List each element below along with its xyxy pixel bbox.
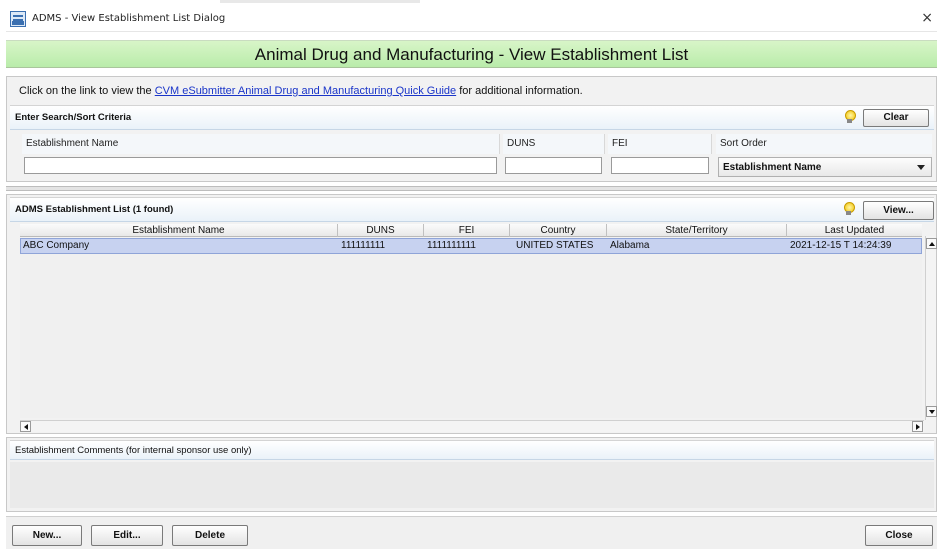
search-criteria-label: Enter Search/Sort Criteria (15, 112, 132, 123)
column-header-country[interactable]: Country (510, 224, 607, 237)
arrow-left-icon (24, 424, 28, 430)
scroll-right-button[interactable] (912, 421, 923, 432)
view-button[interactable]: View... (863, 201, 934, 220)
chevron-down-icon[interactable] (917, 165, 925, 170)
footer-bar: New... Edit... Delete Close (6, 516, 937, 549)
sort-order-column-label: Sort Order (716, 134, 932, 154)
arrow-up-icon (929, 242, 935, 246)
edit-button[interactable]: Edit... (91, 525, 163, 546)
scroll-up-button[interactable] (926, 238, 937, 249)
duns-column-label: DUNS (503, 134, 605, 154)
info-prefix: Click on the link to view the (19, 85, 155, 97)
background-scrap (220, 0, 420, 3)
establishment-list-header: ADMS Establishment List (1 found) View..… (10, 197, 934, 222)
close-button[interactable]: Close (865, 525, 933, 546)
cell-last-updated: 2021-12-15 T 14:24:39 (790, 240, 892, 251)
quick-guide-link[interactable]: CVM eSubmitter Animal Drug and Manufactu… (155, 85, 456, 97)
establishment-name-column-label: Establishment Name (22, 134, 500, 154)
sort-order-select[interactable]: Establishment Name (718, 157, 932, 177)
horizontal-scrollbar[interactable] (20, 420, 924, 432)
table-empty-area (20, 254, 922, 418)
table-header: Establishment Name DUNS FEI Country Stat… (20, 224, 922, 237)
scroll-down-button[interactable] (926, 406, 937, 417)
search-criteria-header: Enter Search/Sort Criteria Clear (10, 105, 934, 130)
comments-textarea[interactable] (10, 462, 934, 508)
info-suffix: for additional information. (456, 85, 583, 97)
comments-label: Establishment Comments (for internal spo… (15, 445, 252, 456)
info-text: Click on the link to view the CVM eSubmi… (10, 82, 934, 100)
cell-establishment-name: ABC Company (23, 240, 90, 251)
adms-app-icon (10, 11, 26, 27)
arrow-down-icon (929, 410, 935, 414)
cell-state-territory: Alabama (610, 240, 650, 251)
hint-bulb-icon[interactable] (843, 202, 855, 216)
page-banner: Animal Drug and Manufacturing - View Est… (6, 40, 937, 68)
page-title: Animal Drug and Manufacturing - View Est… (254, 45, 689, 64)
cell-country: UNITED STATES (516, 240, 594, 251)
window-title: ADMS - View Establishment List Dialog (32, 13, 226, 24)
hint-bulb-icon[interactable] (844, 110, 856, 124)
establishment-name-input[interactable] (24, 157, 497, 174)
establishment-list-label: ADMS Establishment List (1 found) (15, 204, 174, 215)
fei-column-label: FEI (608, 134, 712, 154)
vertical-scrollbar[interactable] (925, 236, 937, 420)
arrow-right-icon (916, 424, 920, 430)
duns-input[interactable] (505, 157, 602, 174)
panel-splitter[interactable] (6, 186, 937, 191)
fei-input[interactable] (611, 157, 709, 174)
clear-button[interactable]: Clear (863, 109, 929, 127)
cell-duns: 111111111 (341, 240, 386, 251)
column-header-state-territory[interactable]: State/Territory (607, 224, 787, 237)
cell-fei: 1111111111 (427, 240, 476, 251)
column-header-last-updated[interactable]: Last Updated (787, 224, 922, 237)
comments-header: Establishment Comments (for internal spo… (10, 440, 934, 460)
column-header-fei[interactable]: FEI (424, 224, 510, 237)
window-titlebar: ADMS - View Establishment List Dialog × (6, 6, 937, 32)
scroll-left-button[interactable] (20, 421, 31, 432)
delete-button[interactable]: Delete (172, 525, 248, 546)
column-header-establishment-name[interactable]: Establishment Name (20, 224, 338, 237)
sort-order-value: Establishment Name (723, 162, 822, 173)
column-header-duns[interactable]: DUNS (338, 224, 424, 237)
table-row[interactable]: ABC Company 111111111 1111111111 UNITED … (20, 238, 922, 254)
window-close-icon[interactable]: × (921, 10, 933, 26)
new-button[interactable]: New... (12, 525, 82, 546)
